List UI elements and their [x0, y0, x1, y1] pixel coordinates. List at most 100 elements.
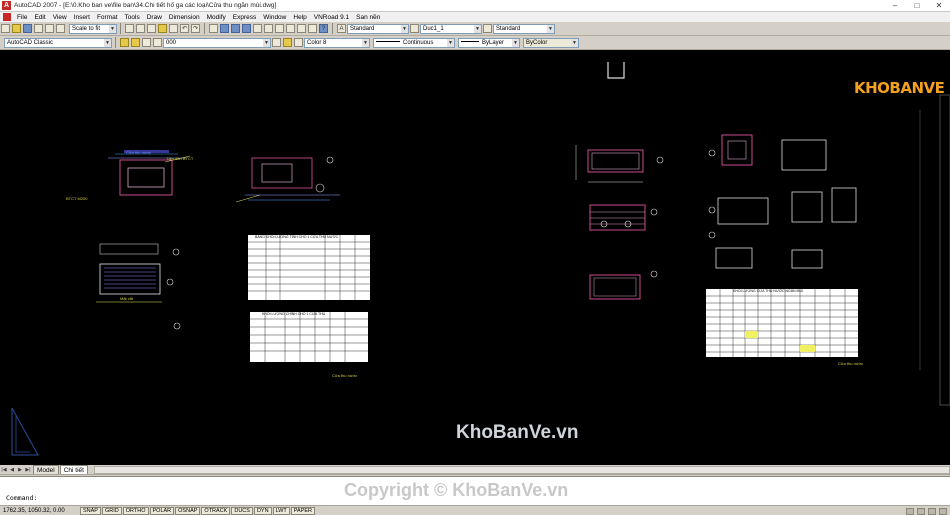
open-file-icon[interactable] [12, 24, 21, 33]
menu-file[interactable]: File [14, 14, 31, 21]
close-button[interactable]: ✕ [928, 0, 950, 12]
sheet-set-icon[interactable] [286, 24, 295, 33]
menu-view[interactable]: View [50, 14, 71, 21]
toolbar-separator [115, 37, 116, 48]
paste-icon[interactable] [147, 24, 156, 33]
maximize-button[interactable]: □ [906, 0, 928, 12]
osnap-toggle[interactable]: OSNAP [175, 506, 201, 515]
last-tab-arrow-icon[interactable]: ▶| [24, 466, 32, 474]
drawing-canvas[interactable]: Cửa thu nước Tấm đan BTCT BTCT M200 Mặt … [0, 50, 950, 465]
print-icon[interactable] [34, 24, 43, 33]
tool-palettes-icon[interactable] [275, 24, 284, 33]
copy-icon[interactable] [136, 24, 145, 33]
markup-icon[interactable] [297, 24, 306, 33]
table-style-icon[interactable] [483, 24, 492, 33]
zoom-realtime-icon[interactable] [220, 24, 229, 33]
autocad-app-icon[interactable]: A [2, 1, 11, 10]
snap-toggle[interactable]: SNAP [80, 506, 101, 515]
zoom-previous-icon[interactable] [242, 24, 251, 33]
next-tab-arrow-icon[interactable]: ▶ [16, 466, 24, 474]
ducs-toggle[interactable]: DUCS [231, 506, 253, 515]
vertical-scrollbar[interactable] [939, 94, 950, 406]
paper-toggle[interactable]: PAPER [290, 506, 316, 515]
dim-style-value: Duc1_1 [423, 25, 444, 32]
layer-states-icon[interactable] [294, 38, 303, 47]
minimize-button[interactable]: – [884, 0, 906, 12]
viewport-icon[interactable] [917, 507, 925, 515]
table-style-combo[interactable]: Standard ▼ [493, 23, 555, 34]
lock-icon[interactable] [153, 38, 162, 47]
layer-combo[interactable]: 000 ▼ [163, 37, 271, 48]
plotstyle-combo[interactable]: ByColor ▼ [523, 37, 579, 48]
menu-express[interactable]: Express [230, 14, 260, 21]
lwt-toggle[interactable]: LWT [272, 506, 290, 515]
menu-insert[interactable]: Insert [71, 14, 94, 21]
layer-manager-icon[interactable] [120, 38, 129, 47]
help-icon[interactable]: ? [319, 24, 328, 33]
command-prompt[interactable]: Command: [6, 494, 37, 502]
cut-icon[interactable] [125, 24, 134, 33]
block-editor-icon[interactable] [169, 24, 178, 33]
pan-icon[interactable] [209, 24, 218, 33]
dim-style-combo[interactable]: Duc1_1 ▼ [420, 23, 482, 34]
menu-tools[interactable]: Tools [122, 14, 144, 21]
chevron-down-icon: ▼ [263, 38, 270, 47]
prev-tab-arrow-icon[interactable]: ◀ [8, 466, 16, 474]
text-style-combo[interactable]: Standard ▼ [347, 23, 409, 34]
design-center-icon[interactable] [264, 24, 273, 33]
command-line[interactable]: Copyright © KhoBanVe.vn Command: [0, 476, 950, 506]
calculator-icon[interactable] [308, 24, 317, 33]
grid-toggle[interactable]: GRID [101, 506, 122, 515]
title-bar: A AutoCAD 2007 - [E:\0.Kho ban ve\file b… [0, 0, 950, 12]
lineweight-sample [461, 41, 479, 43]
make-current-layer-icon[interactable] [272, 38, 281, 47]
document-icon[interactable] [3, 13, 11, 21]
tab-chi-tiet[interactable]: Chi tiết [59, 465, 88, 474]
new-file-icon[interactable] [1, 24, 10, 33]
coordinate-readout[interactable]: 1762.35, 1050.32, 0.00 [0, 508, 80, 514]
menu-format[interactable]: Format [94, 14, 122, 21]
toolbar-separator [204, 23, 205, 34]
menu-modify[interactable]: Modify [204, 14, 230, 21]
horizontal-scrollbar[interactable] [93, 466, 950, 474]
sun-icon[interactable] [142, 38, 151, 47]
clean-screen-icon[interactable] [939, 507, 947, 515]
light-bulb-icon[interactable] [131, 38, 140, 47]
logo-text: KHOBANVE [854, 79, 945, 97]
lock-icon[interactable] [928, 507, 936, 515]
standard-toolbar: Scale to fit ▼ ↶ ↷ ? A Standard ▼ Duc1_1 ▼ … [0, 22, 950, 36]
ortho-toggle[interactable]: ORTHO [122, 506, 149, 515]
color-value: Color 8 [307, 39, 327, 46]
menu-vnroad[interactable]: VNRoad 9.1 [311, 14, 353, 21]
plot-preview-icon[interactable] [45, 24, 54, 33]
text-style-icon[interactable]: A [337, 24, 346, 33]
menu-help[interactable]: Help [290, 14, 310, 21]
tab-model[interactable]: Model [33, 465, 59, 474]
properties-icon[interactable] [253, 24, 262, 33]
workspace-combo[interactable]: AutoCAD Classic ▼ [4, 37, 112, 48]
menu-draw[interactable]: Draw [144, 14, 166, 21]
table-1 [248, 235, 370, 300]
match-properties-icon[interactable] [158, 24, 167, 33]
save-icon[interactable] [23, 24, 32, 33]
publish-icon[interactable] [56, 24, 65, 33]
layout-icon[interactable] [906, 507, 914, 515]
menu-window[interactable]: Window [260, 14, 290, 21]
scale-combo[interactable]: Scale to fit ▼ [69, 23, 117, 34]
otrack-toggle[interactable]: OTRACK [201, 506, 231, 515]
menu-edit[interactable]: Edit [31, 14, 49, 21]
chevron-down-icon: ▼ [547, 24, 554, 33]
redo-icon[interactable]: ↷ [191, 24, 200, 33]
linetype-combo[interactable]: Continuous ▼ [373, 37, 455, 48]
menu-san-nen[interactable]: San nền [353, 14, 384, 21]
color-combo[interactable]: Color 8 ▼ [304, 37, 370, 48]
lineweight-combo[interactable]: ByLayer ▼ [458, 37, 520, 48]
menu-dimension[interactable]: Dimension [166, 14, 204, 21]
zoom-window-icon[interactable] [231, 24, 240, 33]
first-tab-arrow-icon[interactable]: |◀ [0, 466, 8, 474]
polar-toggle[interactable]: POLAR [149, 506, 175, 515]
dim-style-icon[interactable] [410, 24, 419, 33]
undo-icon[interactable]: ↶ [180, 24, 189, 33]
dyn-toggle[interactable]: DYN [253, 506, 272, 515]
layer-previous-icon[interactable] [283, 38, 292, 47]
